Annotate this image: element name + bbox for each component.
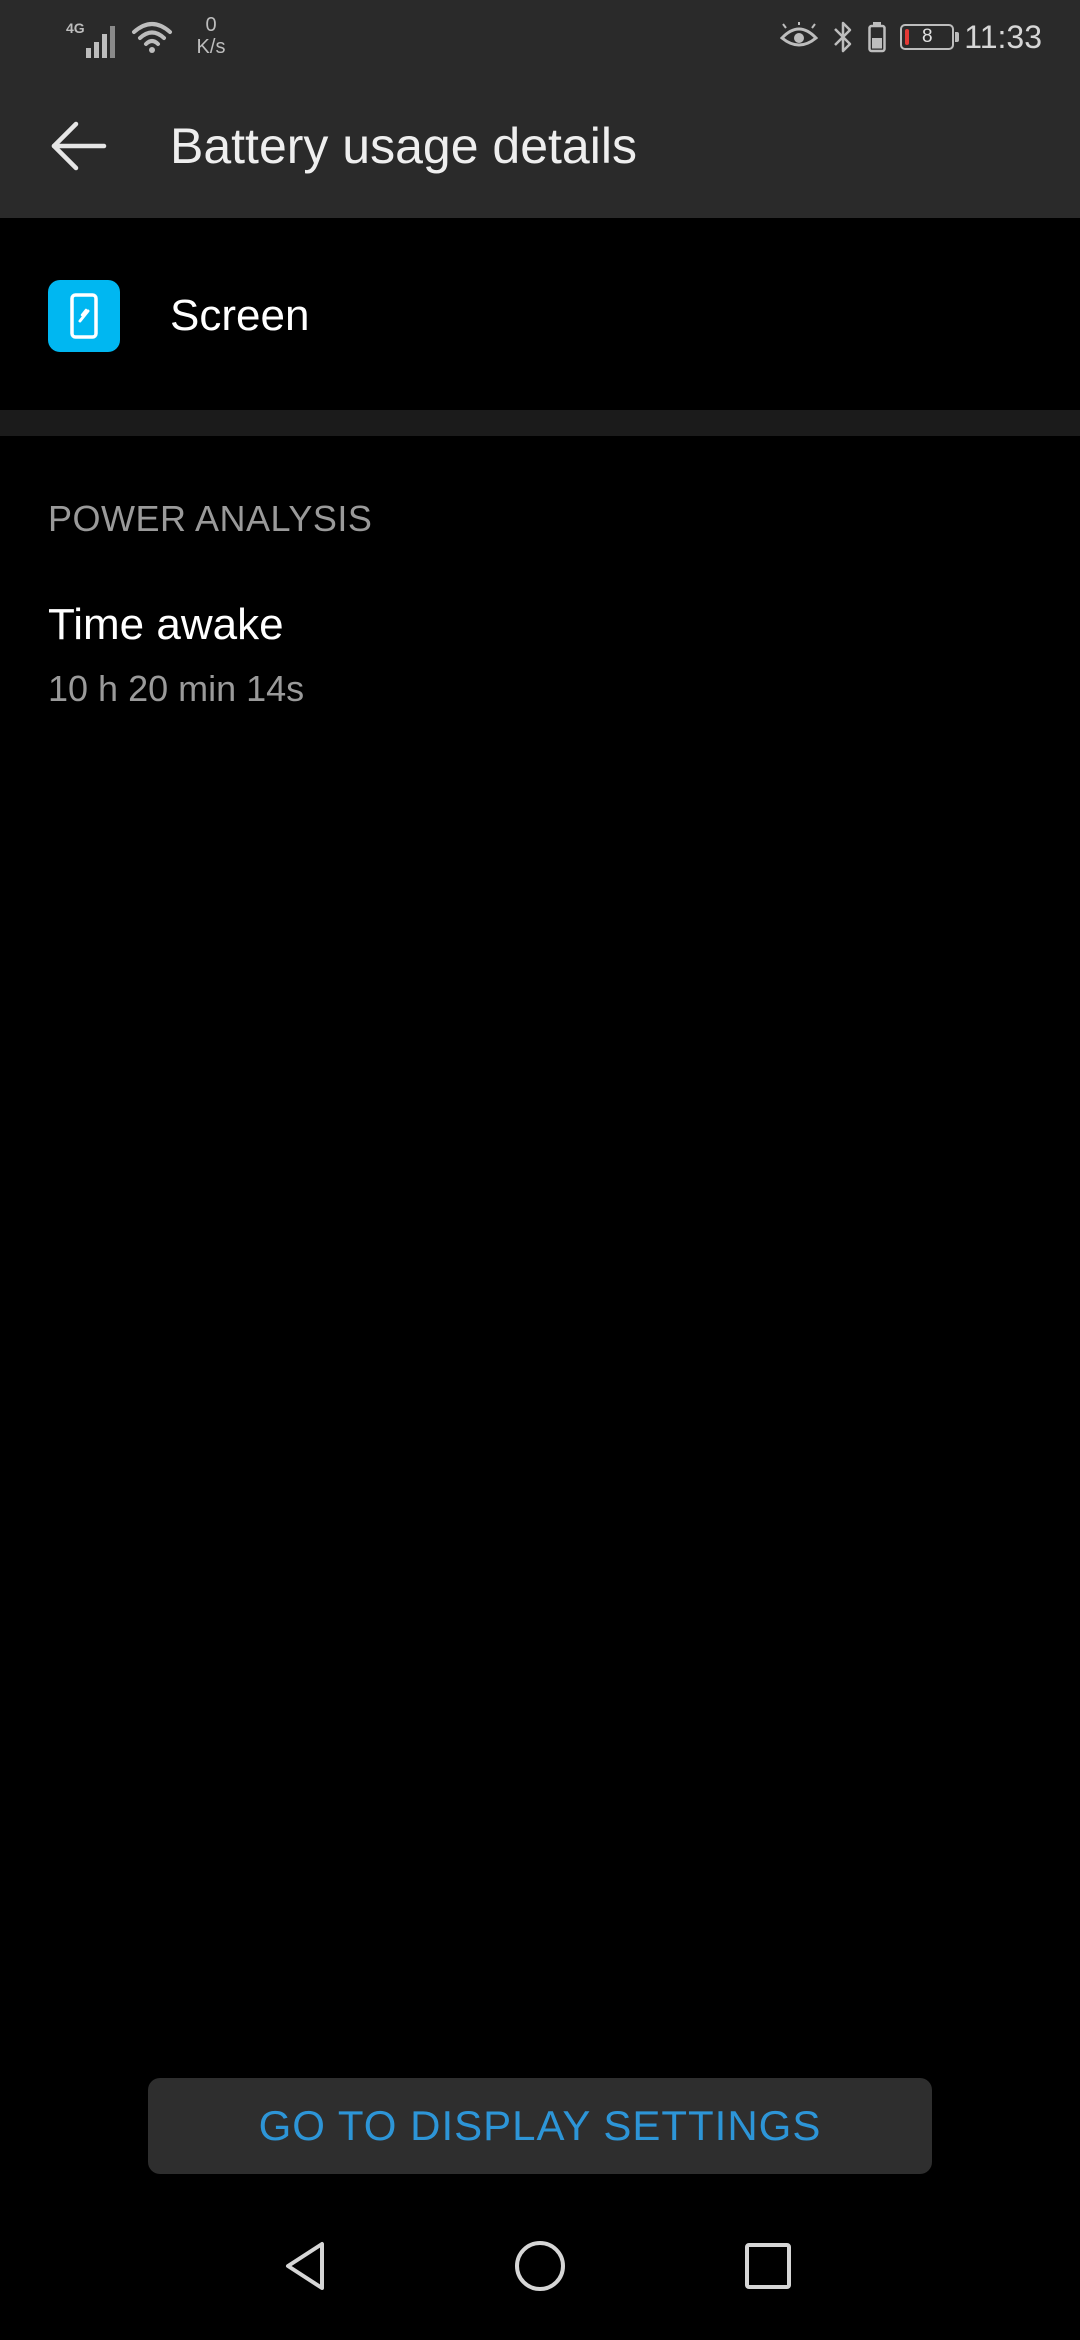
battery-icon: 8 bbox=[900, 24, 960, 50]
circle-home-icon bbox=[515, 2241, 565, 2291]
arrow-left-icon bbox=[51, 121, 107, 171]
page-title: Battery usage details bbox=[170, 118, 637, 174]
square-recents-icon bbox=[745, 2243, 791, 2289]
navigation-bar bbox=[0, 2196, 1080, 2340]
back-button[interactable] bbox=[36, 110, 120, 182]
wifi-icon bbox=[132, 22, 172, 53]
time-awake-label: Time awake bbox=[48, 600, 284, 649]
nav-home-button[interactable] bbox=[490, 2216, 590, 2316]
headset-battery-icon bbox=[868, 22, 887, 53]
network-speed-value: 0 bbox=[205, 14, 217, 36]
app-row: Screen bbox=[0, 218, 1080, 410]
nav-recents-button[interactable] bbox=[718, 2216, 818, 2316]
go-to-display-settings-button[interactable]: GO TO DISPLAY SETTINGS bbox=[148, 2078, 932, 2174]
status-bar-right: 8 11:33 bbox=[766, 14, 1042, 60]
bluetooth-icon bbox=[834, 21, 852, 53]
network-speed-unit: K/s bbox=[196, 36, 226, 58]
app-name: Screen bbox=[170, 291, 310, 340]
phone-screen-icon bbox=[70, 293, 98, 339]
battery-level: 8 bbox=[922, 26, 933, 47]
nav-back-button[interactable] bbox=[258, 2216, 358, 2316]
clock: 11:33 bbox=[964, 18, 1042, 55]
triangle-back-icon bbox=[286, 2242, 324, 2290]
power-analysis-header: POWER ANALYSIS bbox=[48, 498, 373, 539]
network-speed: 0 K/s bbox=[186, 14, 236, 58]
signal-icon bbox=[86, 26, 115, 58]
eye-icon bbox=[780, 22, 819, 47]
section-divider bbox=[0, 410, 1080, 436]
status-bar-left: 4G 0 K/s bbox=[64, 14, 236, 64]
app-bar: Battery usage details bbox=[0, 74, 1080, 218]
mobile-network: 4G bbox=[64, 14, 120, 60]
app-icon-container bbox=[48, 280, 120, 352]
status-bar: 4G 0 K/s 8 11:33 bbox=[0, 0, 1080, 74]
time-awake-value: 10 h 20 min 14s bbox=[48, 668, 305, 709]
